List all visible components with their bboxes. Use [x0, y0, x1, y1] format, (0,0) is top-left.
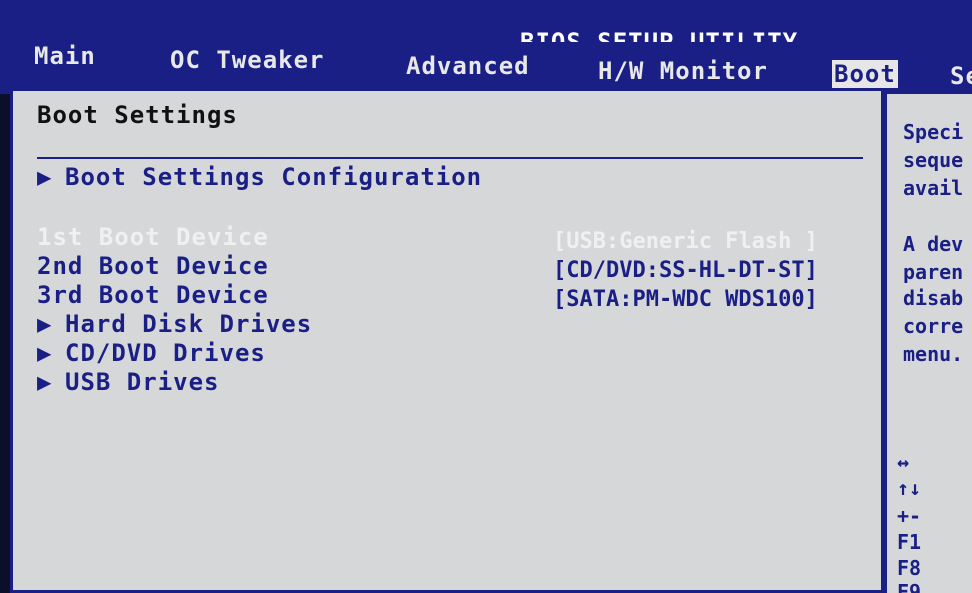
help-line: avail [903, 176, 964, 200]
tab-boot[interactable]: Boot [832, 60, 898, 88]
boot-device-2-value[interactable]: [CD/DVD:SS-HL-DT-ST] [553, 258, 818, 283]
help-line: corre [903, 314, 964, 338]
key-hint-f8: F8 [897, 556, 922, 580]
section-divider [37, 157, 863, 159]
help-line: seque [903, 148, 964, 172]
submenu-arrow-icon: ▶ [37, 339, 53, 367]
tab-hw-monitor[interactable]: H/W Monitor [598, 57, 768, 85]
help-line: disab [903, 286, 964, 310]
submenu-arrow-icon: ▶ [37, 310, 53, 338]
boot-device-1[interactable]: 1st Boot Device [37, 223, 269, 251]
submenu-cd-dvd-drives[interactable]: ▶ CD/DVD Drives [37, 339, 266, 367]
boot-device-3[interactable]: 3rd Boot Device [37, 281, 269, 309]
top-bar [0, 0, 972, 42]
help-line: A dev [903, 232, 964, 256]
boot-device-1-value[interactable]: [USB:Generic Flash ] [553, 229, 818, 254]
boot-device-3-value[interactable]: [SATA:PM-WDC WDS100] [553, 287, 818, 312]
tab-bar: Main OC Tweaker Advanced H/W Monitor Boo… [0, 42, 972, 94]
submenu-label: CD/DVD Drives [65, 339, 266, 367]
submenu-arrow-icon: ▶ [37, 163, 53, 191]
menu-item-boot-settings-configuration[interactable]: ▶ Boot Settings Configuration [37, 163, 482, 191]
submenu-label: Hard Disk Drives [65, 310, 313, 338]
help-panel: Speci seque avail A dev paren disab corr… [884, 94, 972, 593]
tab-oc-tweaker[interactable]: OC Tweaker [170, 46, 325, 74]
settings-panel: Boot Settings ▶ Boot Settings Configurati… [10, 88, 884, 593]
help-line: paren [903, 260, 964, 284]
key-hint-f1: F1 [897, 530, 922, 554]
key-hint-up-down-icon: ↑↓ [897, 476, 922, 500]
help-line: menu. [903, 342, 964, 366]
tab-advanced[interactable]: Advanced [406, 52, 530, 80]
key-hint-plus-minus: +- [897, 504, 922, 528]
submenu-label: USB Drives [65, 368, 220, 396]
key-hint-left-right-icon: ↔ [897, 450, 910, 474]
menu-item-label: Boot Settings Configuration [65, 163, 483, 191]
section-title: Boot Settings [37, 101, 238, 129]
key-hint-f9: F9 [897, 580, 922, 593]
tab-main[interactable]: Main [34, 42, 96, 70]
tab-security[interactable]: Se [950, 62, 972, 90]
submenu-hard-disk-drives[interactable]: ▶ Hard Disk Drives [37, 310, 312, 338]
help-line: Speci [903, 120, 964, 144]
submenu-usb-drives[interactable]: ▶ USB Drives [37, 368, 220, 396]
boot-device-2[interactable]: 2nd Boot Device [37, 252, 269, 280]
submenu-arrow-icon: ▶ [37, 368, 53, 396]
